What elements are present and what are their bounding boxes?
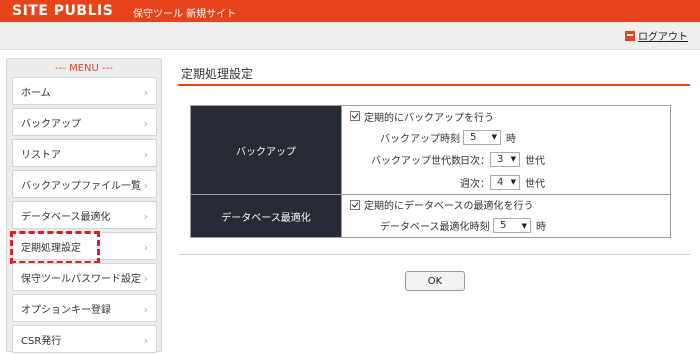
db-time-unit: 時 (536, 222, 546, 233)
settings-table: バックアップ 定期的にバックアップを行う バックアップ時刻 5 ▼ 時 バックア… (190, 105, 671, 238)
chevron-right-icon: › (143, 334, 148, 347)
sidebar-item-label: CSR発行 (21, 335, 62, 347)
sidebar-item-csr[interactable]: CSR発行 › (12, 325, 157, 353)
db-enable-checkbox[interactable] (350, 199, 360, 210)
backup-weekly-select[interactable]: 4 ▼ (490, 174, 520, 190)
app-subtitle: 保守ツール 新規サイト (133, 9, 237, 20)
sidebar-menu: --- MENU --- ホーム › バックアップ › リストア › バックアッ… (6, 58, 162, 353)
backup-daily-value: 3 (497, 153, 504, 165)
logout-icon (625, 30, 635, 41)
dropdown-arrow-icon: ▼ (510, 155, 516, 163)
sidebar-item-label: 保守ツールパスワード設定 (21, 273, 141, 285)
sidebar-item-backup-files[interactable]: バックアップファイル一覧 › (12, 170, 157, 198)
backup-row: バックアップ 定期的にバックアップを行う バックアップ時刻 5 ▼ 時 バックア… (190, 105, 671, 195)
db-time-value: 5 (500, 220, 507, 231)
title-divider (178, 84, 690, 86)
backup-label: バックアップ (190, 105, 342, 195)
ok-button[interactable]: OK (405, 271, 465, 291)
site-logo: SITE PUBLIS (12, 3, 114, 19)
sidebar-item-label: ホーム (21, 87, 51, 99)
sidebar-item-label: 定期処理設定 (21, 242, 81, 254)
backup-time-unit: 時 (506, 133, 516, 145)
dropdown-arrow-icon: ▼ (510, 178, 516, 186)
sidebar-item-label: バックアップファイル一覧 (21, 180, 141, 192)
backup-checkbox-label: 定期的にバックアップを行う (364, 112, 494, 124)
db-optimize-row: データベース最適化 定期的にデータベースの最適化を行う データベース最適化時刻 … (190, 194, 671, 238)
sidebar-item-restore[interactable]: リストア › (12, 139, 157, 167)
backup-checkbox-row: 定期的にバックアップを行う (342, 106, 670, 126)
db-optimize-settings: 定期的にデータベースの最適化を行う データベース最適化時刻 5 ▼ 時 (341, 194, 671, 238)
chevron-right-icon: › (143, 86, 148, 99)
db-time-label: データベース最適化時刻 (380, 222, 490, 233)
backup-weekly-label: 週次： (460, 178, 490, 190)
chevron-right-icon: › (143, 148, 148, 161)
logout-link[interactable]: ログアウト (625, 28, 688, 43)
sidebar-item-home[interactable]: ホーム › (12, 77, 157, 105)
backup-daily-row: バックアップ世代数 日次： 3 ▼ 世代 (342, 148, 670, 170)
dropdown-arrow-icon: ▼ (491, 133, 497, 141)
backup-weekly-row: 週次： 4 ▼ 世代 (342, 170, 670, 194)
backup-time-row: バックアップ時刻 5 ▼ 時 (342, 126, 670, 148)
db-time-row: データベース最適化時刻 5 ▼ 時 (342, 214, 670, 237)
sidebar-item-label: オプションキー登録 (21, 304, 111, 316)
db-optimize-label: データベース最適化 (190, 194, 342, 238)
backup-enable-checkbox[interactable] (350, 111, 360, 121)
backup-time-value: 5 (470, 131, 477, 143)
sidebar-item-password[interactable]: 保守ツールパスワード設定 › (12, 263, 157, 291)
top-header-bar: SITE PUBLIS 保守ツール 新規サイト (0, 0, 700, 22)
backup-generations-label: バックアップ世代数 (371, 155, 461, 167)
sidebar-item-backup[interactable]: バックアップ › (12, 108, 157, 136)
chevron-right-icon: › (143, 117, 148, 130)
menu-title: --- MENU --- (55, 63, 113, 74)
chevron-right-icon: › (143, 303, 148, 316)
sidebar-item-label: リストア (21, 149, 61, 161)
db-checkbox-row: 定期的にデータベースの最適化を行う (342, 195, 670, 214)
backup-weekly-value: 4 (497, 176, 504, 188)
backup-daily-unit: 世代 (525, 155, 545, 167)
backup-settings: 定期的にバックアップを行う バックアップ時刻 5 ▼ 時 バックアップ世代数 日… (341, 105, 671, 195)
backup-time-label: バックアップ時刻 (380, 133, 460, 145)
sidebar-item-scheduled-tasks[interactable]: 定期処理設定 › (10, 231, 157, 264)
dropdown-arrow-icon: ▼ (521, 221, 527, 230)
chevron-right-icon: › (143, 272, 148, 285)
backup-daily-label: 日次： (460, 155, 490, 167)
chevron-right-icon: › (143, 179, 148, 192)
sidebar-item-option-key[interactable]: オプションキー登録 › (12, 294, 157, 322)
backup-weekly-unit: 世代 (525, 178, 545, 190)
backup-time-select[interactable]: 5 ▼ (463, 129, 501, 145)
backup-daily-select[interactable]: 3 ▼ (490, 151, 520, 167)
chevron-right-icon: › (143, 210, 148, 223)
sub-header-bar: ログアウト (0, 22, 700, 50)
sidebar-item-label: データベース最適化 (21, 211, 111, 223)
db-time-select[interactable]: 5 ▼ (493, 218, 531, 233)
page-title: 定期処理設定 (181, 67, 254, 81)
chevron-right-icon: › (143, 241, 148, 254)
sidebar-item-label: バックアップ (21, 118, 81, 130)
sidebar-item-db-optimize[interactable]: データベース最適化 › (12, 201, 157, 229)
content-divider (178, 254, 690, 255)
logout-label: ログアウト (638, 32, 688, 43)
db-checkbox-label: 定期的にデータベースの最適化を行う (364, 201, 534, 212)
